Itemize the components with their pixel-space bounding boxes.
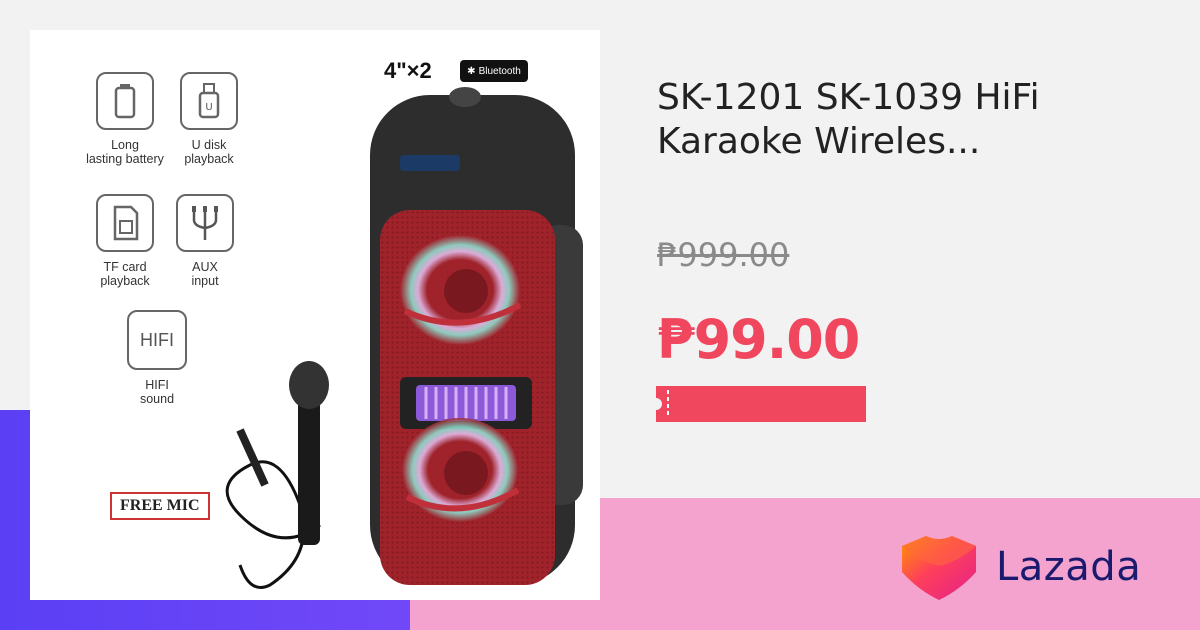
feature-label: HIFI sound — [139, 378, 175, 406]
product-title[interactable]: SK-1201 SK-1039 HiFi Karaoke Wireles... — [657, 76, 1137, 164]
microphone — [225, 361, 329, 589]
bluetooth-badge: ✱ Bluetooth — [460, 60, 528, 82]
bluetooth-icon: ✱ — [467, 65, 476, 77]
sd-card-icon — [96, 194, 154, 252]
lazada-heart-icon — [902, 536, 976, 600]
svg-text:U: U — [205, 102, 212, 113]
lazada-brand[interactable]: Lazada — [896, 532, 1141, 602]
lazada-wordmark: Lazada — [996, 544, 1142, 590]
hifi-icon-text: HIFI — [140, 329, 174, 350]
free-mic-label: FREE MIC — [110, 492, 210, 520]
speaker-illustration — [225, 87, 583, 589]
sale-price: ₱99.00 — [657, 308, 860, 371]
product-image[interactable]: Long lasting battery U U disk playback T… — [30, 30, 600, 600]
feature-hifi: HIFI HIFI sound — [102, 310, 212, 406]
original-price: ₱999.00 — [657, 236, 790, 274]
battery-icon — [96, 72, 154, 130]
speaker-size-spec: 4"×2 — [384, 58, 432, 83]
voucher-ticket-icon — [656, 386, 866, 422]
bluetooth-badge-label: Bluetooth — [478, 65, 521, 77]
hifi-icon: HIFI — [127, 310, 187, 370]
